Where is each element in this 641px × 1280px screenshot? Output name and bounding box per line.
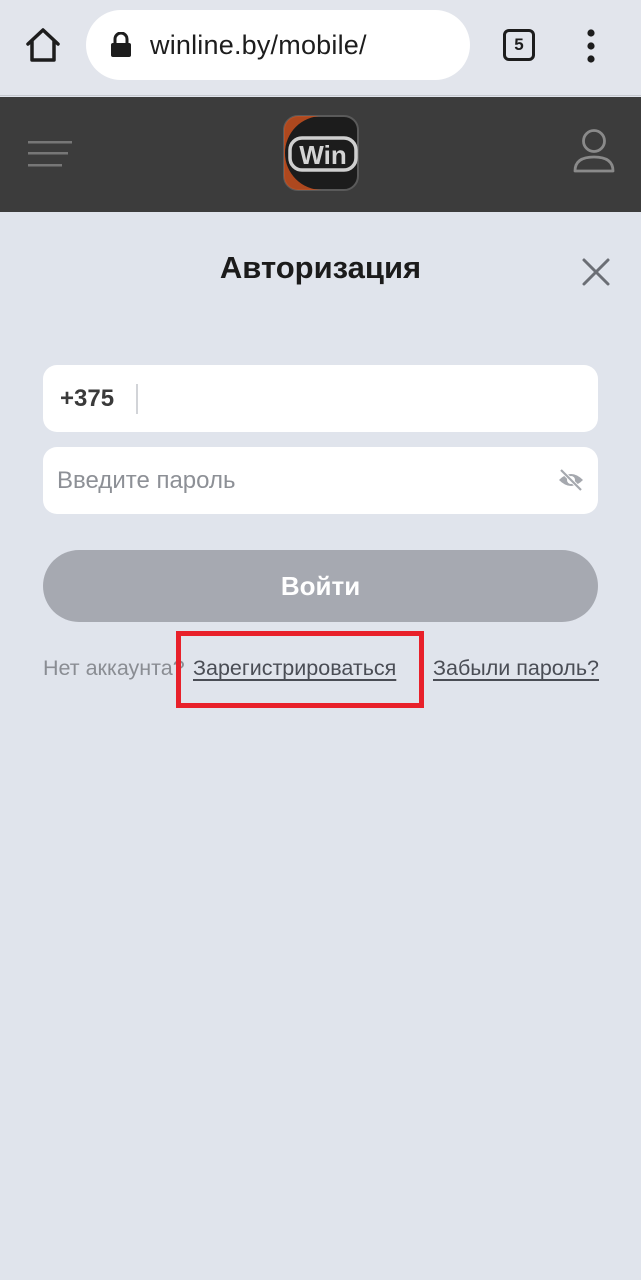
close-icon[interactable] <box>580 256 612 288</box>
tab-count: 5 <box>514 35 524 54</box>
winline-logo[interactable]: Win <box>282 114 360 192</box>
no-account-text: Нет аккаунта? <box>43 656 185 680</box>
phone-input[interactable] <box>150 384 571 413</box>
password-input[interactable] <box>57 466 537 495</box>
home-icon[interactable] <box>22 24 64 66</box>
eye-off-icon[interactable] <box>558 468 584 492</box>
lock-icon <box>111 32 131 57</box>
user-icon[interactable] <box>572 128 616 174</box>
page-title: Авторизация <box>219 250 422 285</box>
logo-text: Win <box>299 140 346 170</box>
more-vert-icon[interactable] <box>578 26 604 66</box>
phone-divider <box>136 383 139 414</box>
phone-field[interactable]: +375 <box>43 365 598 432</box>
phone-prefix: +375 <box>60 384 115 412</box>
login-button[interactable]: Войти <box>43 550 598 622</box>
highlight-annotation <box>176 631 424 708</box>
page: winline.by/mobile/ 5 Win Авторизация +37… <box>0 0 641 1280</box>
forgot-password-link[interactable]: Забыли пароль? <box>433 656 599 681</box>
url-text: winline.by/mobile/ <box>150 29 367 60</box>
address-bar[interactable]: winline.by/mobile/ <box>86 10 470 80</box>
password-field[interactable] <box>43 447 598 514</box>
browser-toolbar: winline.by/mobile/ 5 <box>0 0 641 96</box>
hamburger-icon[interactable] <box>28 139 74 169</box>
tab-switcher-button[interactable]: 5 <box>503 29 535 61</box>
